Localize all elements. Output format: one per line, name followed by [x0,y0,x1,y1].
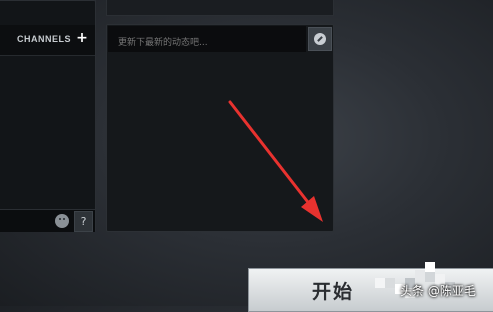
annotation-arrow [228,100,323,222]
watermark: 头条 @陈亚毛 [400,284,476,298]
start-button-label: 开始 [312,281,355,303]
arrow-shaft [228,100,316,212]
